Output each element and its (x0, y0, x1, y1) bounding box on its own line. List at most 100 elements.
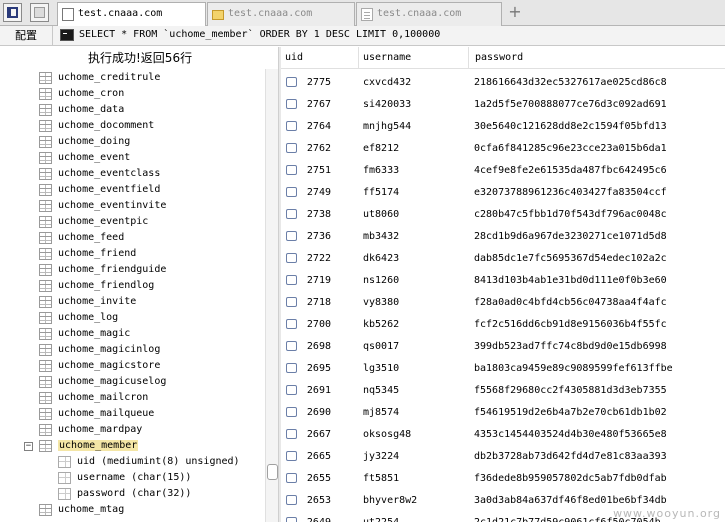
cell-username[interactable]: mnjhg544 (363, 121, 411, 132)
tree-table-item[interactable]: uchome_log (0, 310, 264, 326)
row-checkbox[interactable] (286, 121, 297, 131)
row-checkbox[interactable] (286, 363, 297, 373)
cell-password[interactable]: f54619519d2e6b4a7b2e70cb61db1b02 (474, 407, 667, 418)
row-checkbox[interactable] (286, 77, 297, 87)
collapse-toggle[interactable]: − (24, 442, 33, 451)
cell-uid[interactable]: 2698 (303, 341, 331, 352)
table-row[interactable]: 2764 mnjhg544 30e5640c121628dd8e2c1594f05b… (281, 115, 725, 137)
cell-password[interactable]: 28cd1b9d6a967de3230271ce1071d5d8 (474, 231, 667, 242)
tree-table-item[interactable]: uchome_friendlog (0, 278, 264, 294)
cell-username[interactable]: cxvcd432 (363, 77, 411, 88)
table-row[interactable]: 2751 fm6333 4cef9e8fe2e61535da487fbc642495… (281, 159, 725, 181)
row-checkbox[interactable] (286, 429, 297, 439)
cell-username[interactable]: kb5262 (363, 319, 399, 330)
tree-table-item[interactable]: uchome_doing (0, 134, 264, 150)
cell-username[interactable]: ef8212 (363, 143, 399, 154)
tree-table-item[interactable]: uchome_feed (0, 230, 264, 246)
cell-username[interactable]: fm6333 (363, 165, 399, 176)
table-row[interactable]: 2667 oksosg48 4353c1454403524d4b30e480f536… (281, 423, 725, 445)
tab-0[interactable]: test.cnaaa.com (57, 2, 206, 27)
tree-scrollbar-thumb[interactable] (267, 464, 278, 480)
secondary-panel-button[interactable] (30, 3, 49, 22)
cell-username[interactable]: bhyver8w2 (363, 495, 417, 506)
row-checkbox[interactable] (286, 341, 297, 351)
row-checkbox[interactable] (286, 473, 297, 483)
cell-username[interactable]: jy3224 (363, 451, 399, 462)
tree-column-item[interactable]: uid (mediumint(8) unsigned) (0, 454, 264, 470)
row-checkbox[interactable] (286, 407, 297, 417)
cell-uid[interactable]: 2653 (303, 495, 331, 506)
tree-scrollbar[interactable] (265, 69, 278, 522)
cell-uid[interactable]: 2719 (303, 275, 331, 286)
cell-username[interactable]: si420033 (363, 99, 411, 110)
row-checkbox[interactable] (286, 99, 297, 109)
tree-column-item[interactable]: password (char(32)) (0, 486, 264, 502)
cell-password[interactable]: f5568f29680cc2f4305881d3d3eb7355 (474, 385, 667, 396)
cell-password[interactable]: 4cef9e8fe2e61535da487fbc642495c6 (474, 165, 667, 176)
add-tab-button[interactable]: + (508, 3, 522, 21)
cell-password[interactable]: ba1803ca9459e89c9089599fef613ffbe (474, 363, 673, 374)
cell-password[interactable]: 30e5640c121628dd8e2c1594f05bfd13 (474, 121, 667, 132)
cell-username[interactable]: mj8574 (363, 407, 399, 418)
cell-uid[interactable]: 2718 (303, 297, 331, 308)
row-checkbox[interactable] (286, 253, 297, 263)
row-checkbox[interactable] (286, 231, 297, 241)
cell-password[interactable]: 8413d103b4ab1e31bd0d111e0f0b3e60 (474, 275, 667, 286)
table-row[interactable]: 2767 si420033 1a2d5f5e700888077ce76d3c092a… (281, 93, 725, 115)
tab-1[interactable]: test.cnaaa.com (207, 2, 355, 26)
table-row[interactable]: 2736 mb3432 28cd1b9d6a967de3230271ce1071d5… (281, 225, 725, 247)
cell-password[interactable]: db2b3728ab73d642fd4d7e81c83aa393 (474, 451, 667, 462)
row-checkbox[interactable] (286, 495, 297, 505)
tree-table-item[interactable]: uchome_docomment (0, 118, 264, 134)
cell-password[interactable]: 4353c1454403524d4b30e480f53665e8 (474, 429, 667, 440)
cell-username[interactable]: ut8060 (363, 209, 399, 220)
cell-password[interactable]: fcf2c516dd6cb91d8e9156036b4f55fc (474, 319, 667, 330)
tree-column-item[interactable]: username (char(15)) (0, 470, 264, 486)
table-row[interactable]: 2655 ft5851 f36dede8b959057802dc5ab7fdb0df… (281, 467, 725, 489)
row-checkbox[interactable] (286, 143, 297, 153)
table-row[interactable]: 2665 jy3224 db2b3728ab73d642fd4d7e81c83aa3… (281, 445, 725, 467)
tree-table-item[interactable]: uchome_mailqueue (0, 406, 264, 422)
cell-username[interactable]: ff5174 (363, 187, 399, 198)
config-button[interactable]: 配置 (0, 26, 53, 45)
tree-table-item[interactable]: − uchome_member (0, 438, 264, 454)
table-row[interactable]: 2719 ns1260 8413d103b4ab1e31bd0d111e0f0b3e… (281, 269, 725, 291)
tree-table-item[interactable]: uchome_event (0, 150, 264, 166)
tree-table-item[interactable]: uchome_eventclass (0, 166, 264, 182)
tree-table-item[interactable]: uchome_invite (0, 294, 264, 310)
table-row[interactable]: 2775 cxvcd432 218616643d32ec5327617ae025cd… (281, 71, 725, 93)
cell-uid[interactable]: 2762 (303, 143, 331, 154)
cell-username[interactable]: oksosg48 (363, 429, 411, 440)
cell-username[interactable]: vy8380 (363, 297, 399, 308)
table-row[interactable]: 2698 qs0017 399db523ad7ffc74c8bd9d0e15db69… (281, 335, 725, 357)
cell-password[interactable]: dab85dc1e7fc5695367d54edec102a2c (474, 253, 667, 264)
tree-table-item[interactable]: uchome_magicinlog (0, 342, 264, 358)
row-checkbox[interactable] (286, 297, 297, 307)
cell-username[interactable]: dk6423 (363, 253, 399, 264)
cell-uid[interactable]: 2667 (303, 429, 331, 440)
cell-password[interactable]: 399db523ad7ffc74c8bd9d0e15db6998 (474, 341, 667, 352)
row-checkbox[interactable] (286, 517, 297, 522)
table-row[interactable]: 2700 kb5262 fcf2c516dd6cb91d8e9156036b4f55… (281, 313, 725, 335)
tree-table-item[interactable]: uchome_data (0, 102, 264, 118)
table-row[interactable]: 2762 ef8212 0cfa6f841285c96e23cce23a015b6d… (281, 137, 725, 159)
cell-uid[interactable]: 2767 (303, 99, 331, 110)
row-checkbox[interactable] (286, 165, 297, 175)
row-checkbox[interactable] (286, 319, 297, 329)
row-checkbox[interactable] (286, 451, 297, 461)
tab-2[interactable]: test.cnaaa.com (356, 2, 502, 26)
cell-uid[interactable]: 2691 (303, 385, 331, 396)
table-row[interactable]: 2691 nq5345 f5568f29680cc2f4305881d3d3eb73… (281, 379, 725, 401)
sql-query-input[interactable]: SELECT * FROM `uchome_member` ORDER BY 1… (79, 29, 440, 40)
tree-table-item[interactable]: uchome_magicuselog (0, 374, 264, 390)
cell-uid[interactable]: 2751 (303, 165, 331, 176)
tree-table-item[interactable]: uchome_mtag (0, 502, 264, 518)
cell-uid[interactable]: 2736 (303, 231, 331, 242)
cell-username[interactable]: ft5851 (363, 473, 399, 484)
row-checkbox[interactable] (286, 385, 297, 395)
tree-table-item[interactable]: uchome_mailcron (0, 390, 264, 406)
cell-password[interactable]: e32073788961236c403427fa83504ccf (474, 187, 667, 198)
table-row[interactable]: 2722 dk6423 dab85dc1e7fc5695367d54edec102a… (281, 247, 725, 269)
column-header-username[interactable]: username (359, 47, 469, 69)
column-header-password[interactable]: password (469, 47, 725, 69)
